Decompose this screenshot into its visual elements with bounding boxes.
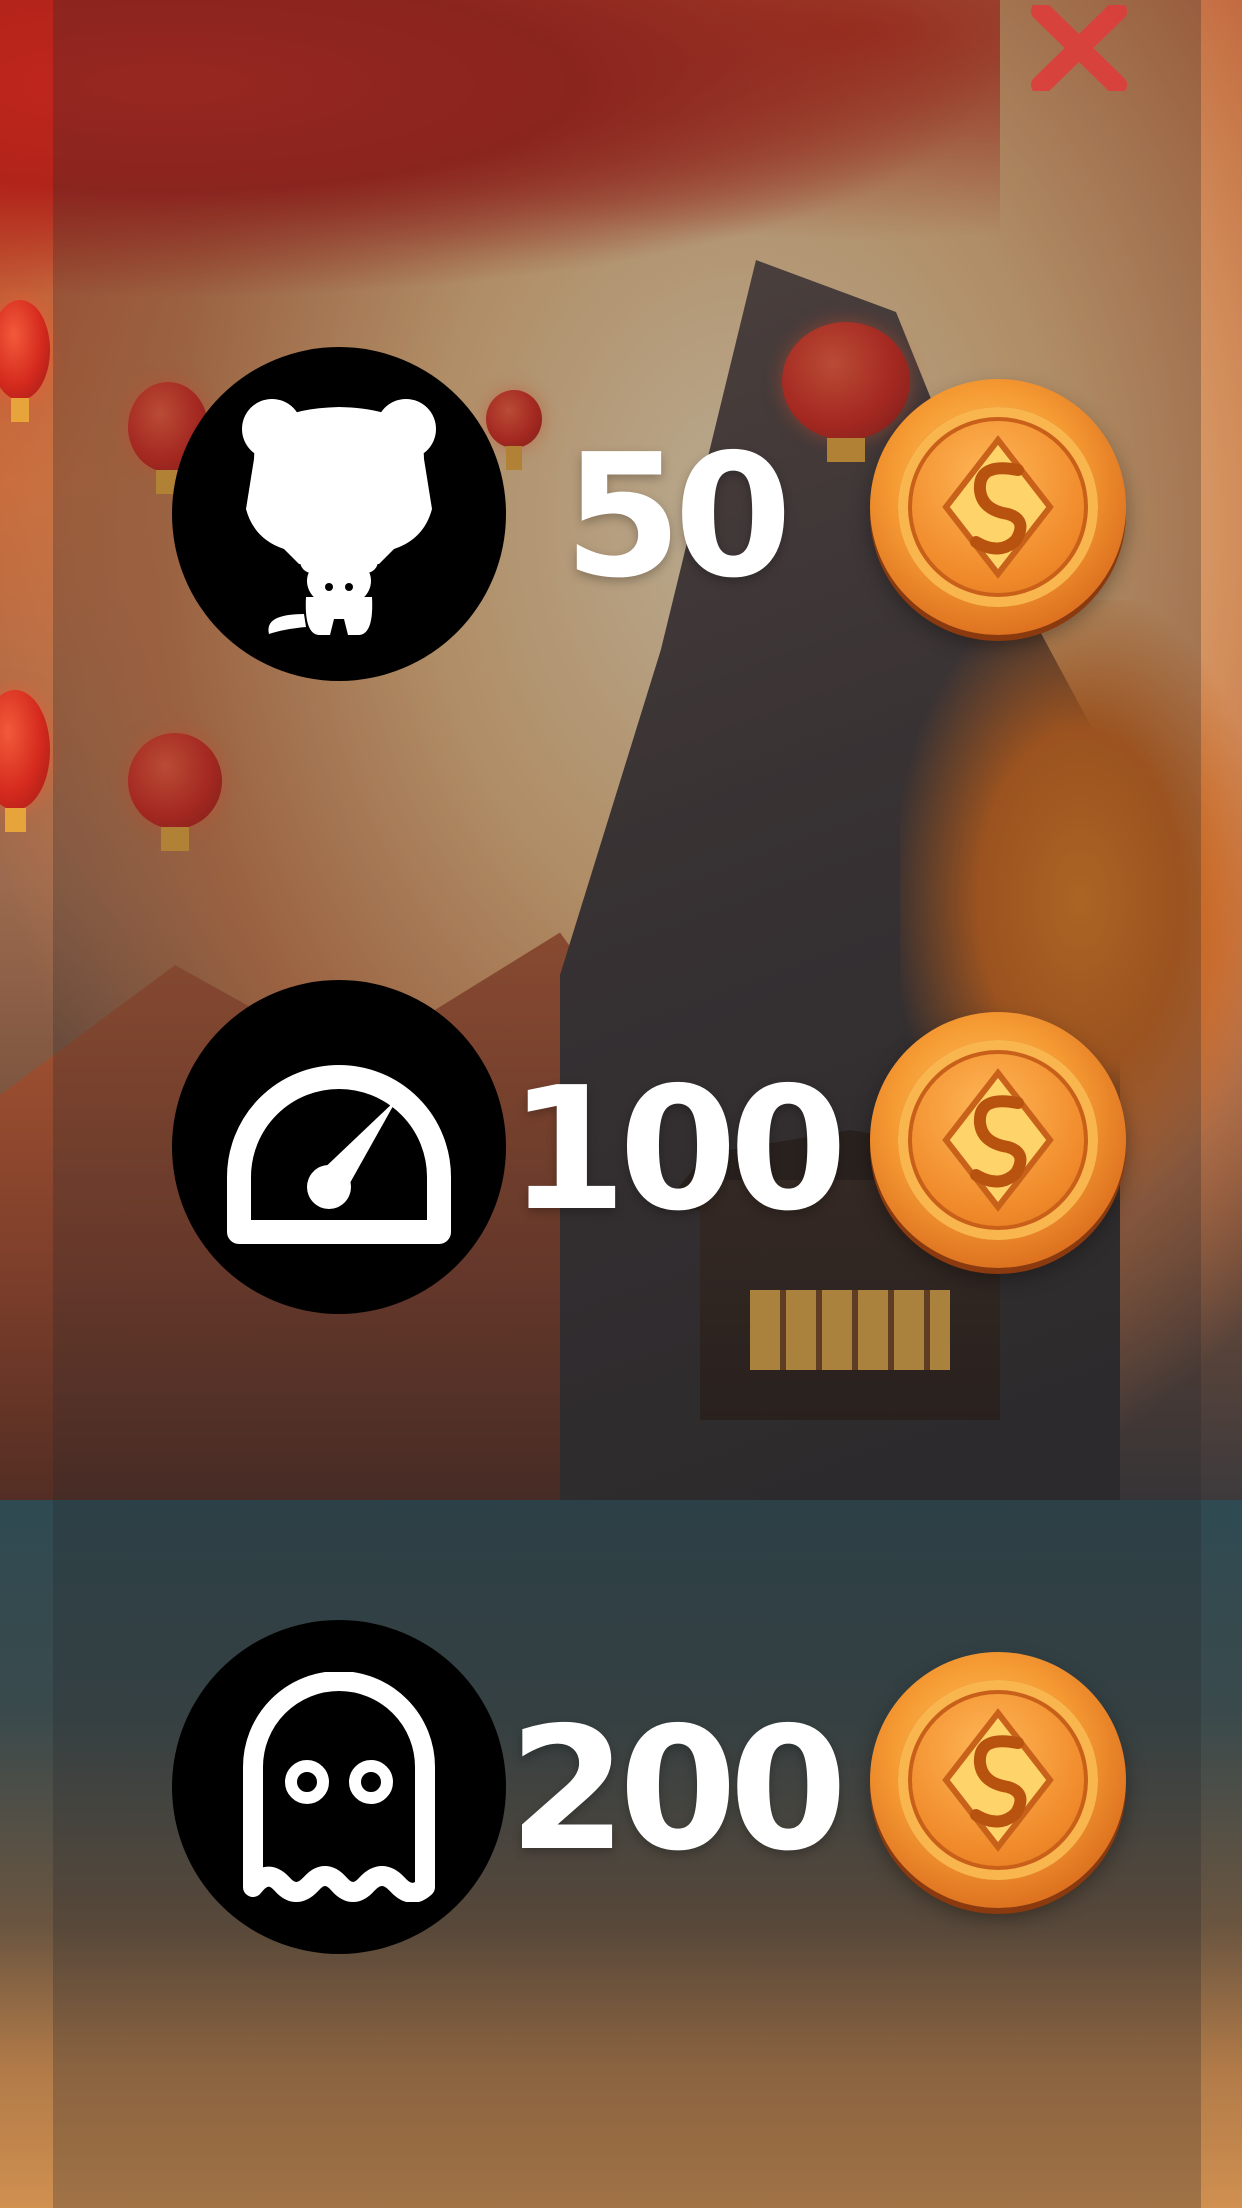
- price-label: 200: [508, 1691, 848, 1889]
- coin-icon: [870, 1652, 1126, 1908]
- lantern-decoration: [0, 300, 50, 422]
- price-label: 50: [563, 418, 793, 616]
- coin-icon: [870, 379, 1126, 635]
- price-label: 100: [508, 1051, 848, 1249]
- speedometer-icon: [227, 1065, 451, 1244]
- lantern-decoration: [0, 690, 50, 832]
- ghost-icon: [243, 1672, 435, 1902]
- shop-item-row[interactable]: 100: [172, 980, 1132, 1320]
- character-upgrade-icon-badge: [172, 347, 506, 681]
- shop-item-row[interactable]: 50: [172, 347, 1132, 687]
- shop-screen: 50 100 200: [0, 0, 1242, 2208]
- character-silhouette-icon: [242, 399, 436, 635]
- ghost-upgrade-icon-badge: [172, 1620, 506, 1954]
- shop-item-row[interactable]: 200: [172, 1620, 1132, 1960]
- close-button[interactable]: [1025, 0, 1133, 95]
- close-icon: [1031, 4, 1127, 91]
- speed-upgrade-icon-badge: [172, 980, 506, 1314]
- coin-icon: [870, 1012, 1126, 1268]
